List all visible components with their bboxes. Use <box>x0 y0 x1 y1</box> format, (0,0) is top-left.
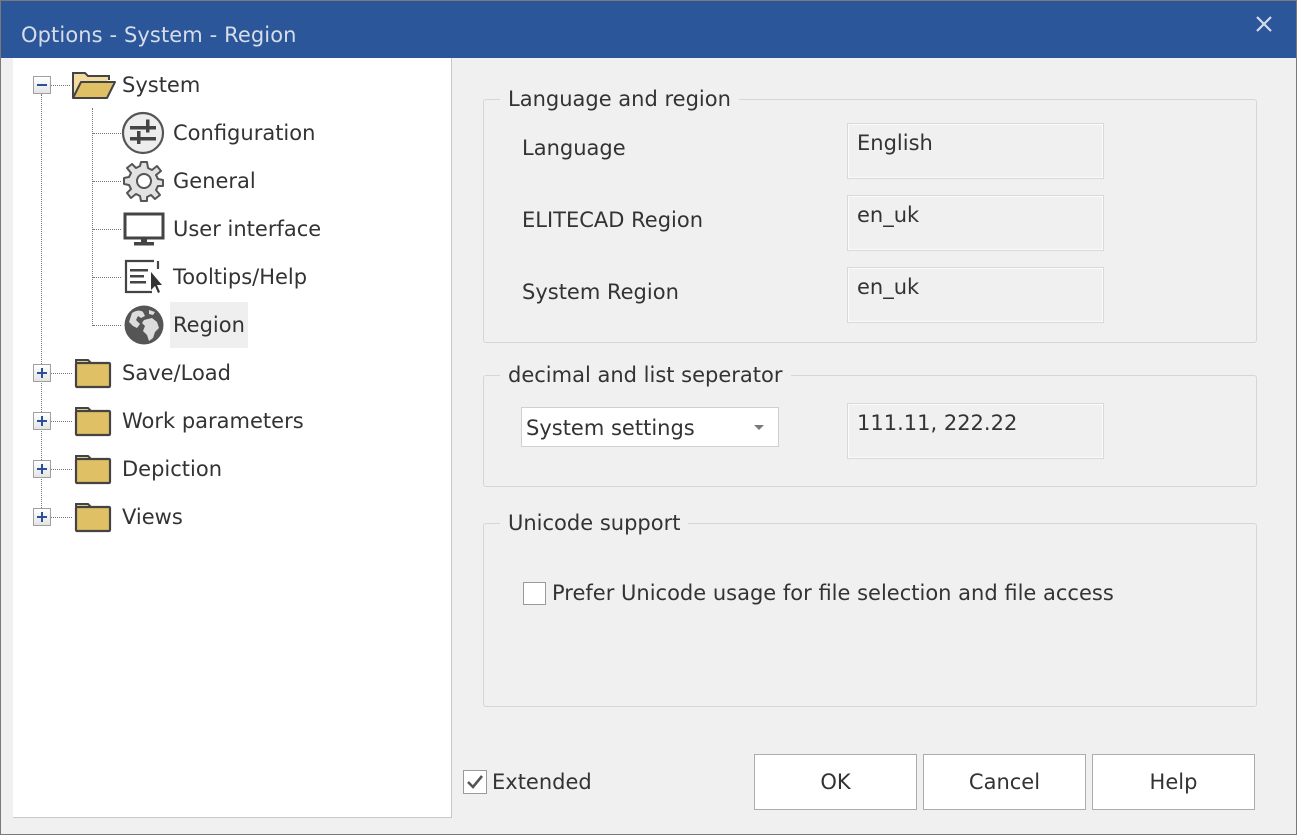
elitecad-region-field: en_uk <box>847 195 1104 251</box>
window-title: Options - System - Region <box>21 23 297 47</box>
system-region-field: en_uk <box>847 267 1104 323</box>
gear-icon <box>123 161 164 202</box>
group-title: Language and region <box>500 86 739 112</box>
system-region-label: System Region <box>522 280 679 304</box>
plus-icon <box>41 368 43 378</box>
tree-line <box>93 325 121 326</box>
tree-item-work-parameters[interactable]: Work parameters <box>119 398 307 444</box>
tree-item-system[interactable]: System <box>119 62 203 108</box>
prefer-unicode-checkbox[interactable] <box>523 582 546 605</box>
tree-line <box>93 181 121 182</box>
prefer-unicode-label[interactable]: Prefer Unicode usage for file selection … <box>552 581 1114 605</box>
folder-icon <box>74 359 112 389</box>
checkmark-icon <box>467 775 484 789</box>
separator-preview-field: 111.11, 222.22 <box>847 403 1104 459</box>
tree-item-save-load[interactable]: Save/Load <box>119 350 234 396</box>
elitecad-region-label: ELITECAD Region <box>522 208 704 232</box>
tree-item-depiction[interactable]: Depiction <box>119 446 225 492</box>
tree-line <box>50 421 72 422</box>
separator-dropdown[interactable]: System settings <box>521 407 779 447</box>
plus-icon <box>41 464 43 474</box>
expand-save-load-toggle[interactable] <box>33 364 51 382</box>
extended-label[interactable]: Extended <box>492 770 592 794</box>
folder-open-icon <box>72 72 116 99</box>
language-field: English <box>847 123 1104 179</box>
tree-line <box>93 229 121 230</box>
tree-line <box>50 373 72 374</box>
title-bar: Options - System - Region <box>1 1 1296 58</box>
plus-icon <box>41 416 43 426</box>
options-dialog: Options - System - Region System Configu… <box>0 0 1297 835</box>
expand-depiction-toggle[interactable] <box>33 460 51 478</box>
tree-item-user-interface[interactable]: User interface <box>170 206 324 252</box>
tree-item-configuration[interactable]: Configuration <box>170 110 318 156</box>
tree-line <box>41 94 42 516</box>
help-button[interactable]: Help <box>1092 754 1255 810</box>
folder-icon <box>74 455 112 485</box>
sliders-icon <box>121 111 165 155</box>
tree-line <box>50 85 70 86</box>
options-tree: System Configuration General User interf… <box>13 58 452 818</box>
tree-line <box>92 108 93 326</box>
plus-icon <box>41 512 43 522</box>
tree-line <box>50 517 72 518</box>
tree-item-views[interactable]: Views <box>119 494 186 540</box>
unicode-group: Unicode support <box>483 510 1257 707</box>
close-button[interactable] <box>1246 9 1282 41</box>
dropdown-arrow-icon <box>754 425 764 430</box>
language-label: Language <box>522 136 626 160</box>
ok-button[interactable]: OK <box>754 754 917 810</box>
minus-icon <box>37 84 47 86</box>
collapse-system-toggle[interactable] <box>33 76 51 94</box>
tree-item-tooltips-help[interactable]: Tooltips/Help <box>170 254 310 300</box>
monitor-icon <box>123 212 165 246</box>
tree-item-general[interactable]: General <box>170 158 259 204</box>
expand-work-parameters-toggle[interactable] <box>33 412 51 430</box>
tree-item-region[interactable]: Region <box>170 302 248 348</box>
folder-icon <box>74 503 112 533</box>
tree-line <box>93 133 121 134</box>
tooltip-cursor-icon <box>124 259 162 294</box>
extended-checkbox[interactable] <box>463 770 487 794</box>
close-icon <box>1256 16 1272 32</box>
folder-icon <box>74 407 112 437</box>
globe-icon <box>124 305 164 345</box>
group-title: decimal and list seperator <box>500 362 791 388</box>
separator-dropdown-value: System settings <box>526 416 695 440</box>
cancel-button[interactable]: Cancel <box>923 754 1086 810</box>
tree-line <box>50 469 72 470</box>
group-title: Unicode support <box>500 510 689 536</box>
expand-views-toggle[interactable] <box>33 508 51 526</box>
tree-line <box>93 277 121 278</box>
